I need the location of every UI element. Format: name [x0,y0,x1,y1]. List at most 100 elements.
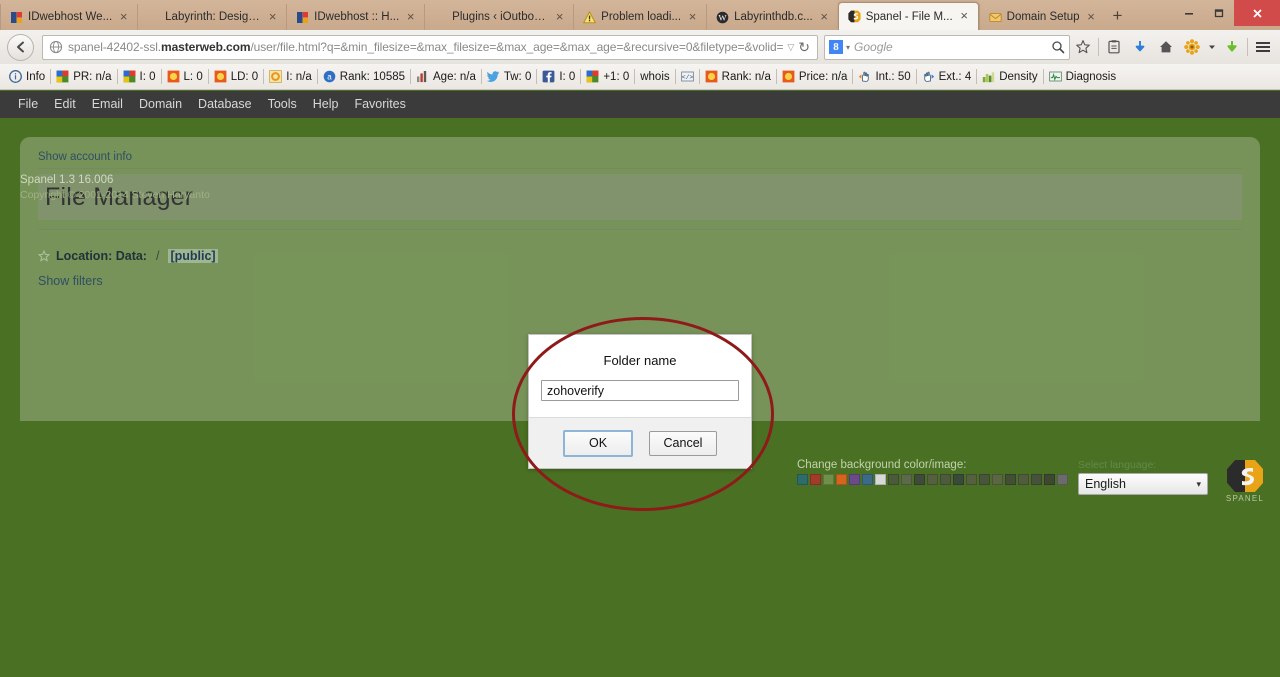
menu-item-help[interactable]: Help [305,91,347,118]
address-bar[interactable]: spanel-42402-ssl.masterweb.com/user/file… [42,34,818,60]
reload-icon[interactable]: ↻ [798,39,813,56]
seo-toolbar-item[interactable]: Price: n/a [777,64,853,90]
pagerank-icon [56,70,69,83]
reading-list-icon[interactable] [1101,34,1127,60]
new-tab-button[interactable]: + [1105,4,1131,30]
browser-tab[interactable]: W Labyrinthdb.c... × [706,4,838,30]
background-swatch[interactable] [862,474,873,485]
seo-toolbar-item[interactable]: whois [635,64,674,90]
star-icon[interactable] [37,249,51,262]
download-arrow-icon[interactable] [1127,34,1153,60]
tab-close-icon[interactable]: × [266,10,279,24]
seo-toolbar-item[interactable]: Tw: 0 [482,64,536,90]
footer-copyright: Copyright © 2001-2014 Steven Haryanto [20,189,210,201]
menu-item-email[interactable]: Email [84,91,131,118]
menu-item-edit[interactable]: Edit [46,91,84,118]
tab-close-icon[interactable]: × [404,10,417,24]
seo-toolbar-item[interactable]: Density [977,64,1042,90]
minimize-button[interactable] [1174,0,1204,26]
seo-toolbar-item[interactable]: </> [676,64,699,90]
ring-icon [269,70,283,83]
background-swatch[interactable] [836,474,847,485]
browser-tab[interactable]: Domain Setup × [978,4,1105,30]
menu-item-domain[interactable]: Domain [131,91,190,118]
background-swatch[interactable] [940,474,951,485]
search-input-placeholder[interactable]: Google [854,40,1051,54]
hamburger-menu-icon[interactable] [1250,34,1276,60]
menu-item-file[interactable]: File [10,91,46,118]
browser-tab-label: IDwebhost We... [28,11,113,23]
tab-close-icon[interactable]: × [1085,10,1098,24]
background-swatch[interactable] [888,474,899,485]
seo-toolbar-item[interactable]: Int.: 50 [853,64,915,90]
background-swatch[interactable] [823,474,834,485]
show-filters-link[interactable]: Show filters [38,274,103,288]
seo-toolbar-item[interactable]: L: 0 [162,64,208,90]
background-swatch[interactable] [875,474,886,485]
seo-toolbar-item[interactable]: Ext.: 4 [917,64,977,90]
browser-tab[interactable]: Problem loadi... × [573,4,706,30]
background-swatch[interactable] [953,474,964,485]
background-swatch[interactable] [1044,474,1055,485]
browser-tab-active[interactable]: Spanel - File M... × [837,2,979,30]
browser-tab[interactable]: Plugins ‹ iOutboun... × [424,4,573,30]
background-swatch[interactable] [979,474,990,485]
background-swatch[interactable] [1031,474,1042,485]
seo-toolbar-item[interactable]: Age: n/a [411,64,481,90]
show-account-info-link[interactable]: Show account info [38,151,132,163]
ok-button[interactable]: OK [563,429,633,457]
home-icon[interactable] [1153,34,1179,60]
folder-name-input[interactable] [541,380,739,401]
divider [1247,38,1248,56]
seo-toolbar-item[interactable]: I: n/a [264,64,317,90]
tab-close-icon[interactable]: × [686,10,699,24]
seo-toolbar-item[interactable]: a Rank: 10585 [318,64,410,90]
back-button[interactable] [7,33,34,61]
background-swatch[interactable] [901,474,912,485]
menu-item-favorites[interactable]: Favorites [346,91,413,118]
google-icon[interactable]: 8 [829,40,843,54]
background-swatch[interactable] [992,474,1003,485]
search-icon[interactable] [1051,40,1065,54]
tab-close-icon[interactable]: × [117,10,130,24]
background-swatch[interactable] [914,474,925,485]
seo-toolbar-item[interactable]: PR: n/a [51,64,116,90]
facebook-icon [542,70,555,83]
seo-toolbar-item[interactable]: +1: 0 [581,64,634,90]
browser-tab[interactable]: IDwebhost :: H... × [286,4,424,30]
seo-toolbar-item[interactable]: LD: 0 [209,64,264,90]
background-swatch[interactable] [1057,474,1068,485]
language-select[interactable]: English ▾ [1078,473,1208,495]
pagerank-icon [123,70,136,83]
menu-item-tools[interactable]: Tools [260,91,305,118]
browser-tab[interactable]: IDwebhost We... × [0,4,137,30]
tab-close-icon[interactable]: × [553,10,566,24]
breadcrumb-current-folder[interactable]: [public] [168,249,218,263]
cancel-button[interactable]: Cancel [649,430,717,456]
green-download-icon[interactable] [1219,34,1245,60]
close-window-button[interactable] [1234,0,1280,26]
url-dropdown-icon[interactable]: ▽ [783,42,798,53]
menu-item-database[interactable]: Database [190,91,260,118]
seo-toolbar-item[interactable]: Info [4,64,50,90]
maximize-button[interactable] [1204,0,1234,26]
bookmark-star-icon[interactable] [1070,34,1096,60]
seo-toolbar-item[interactable]: I: 0 [118,64,161,90]
addon-gear-icon[interactable] [1179,34,1205,60]
tab-close-icon[interactable]: × [958,9,971,23]
background-swatch[interactable] [1018,474,1029,485]
background-swatch[interactable] [849,474,860,485]
dropdown-caret-icon[interactable] [1205,34,1219,60]
seo-toolbar-item[interactable]: I: 0 [537,64,580,90]
browser-tab[interactable]: Labyrinth: Design a... × [137,4,286,30]
background-swatch[interactable] [797,474,808,485]
background-swatch[interactable] [1005,474,1016,485]
tab-close-icon[interactable]: × [818,10,831,24]
background-swatch[interactable] [810,474,821,485]
background-swatch[interactable] [966,474,977,485]
seo-toolbar-item[interactable]: Rank: n/a [700,64,776,90]
seo-toolbar-item[interactable]: Diagnosis [1044,64,1122,90]
search-engine-caret-icon[interactable]: ▾ [846,43,850,52]
search-bar[interactable]: 8 ▾ Google [824,34,1070,60]
background-swatch[interactable] [927,474,938,485]
